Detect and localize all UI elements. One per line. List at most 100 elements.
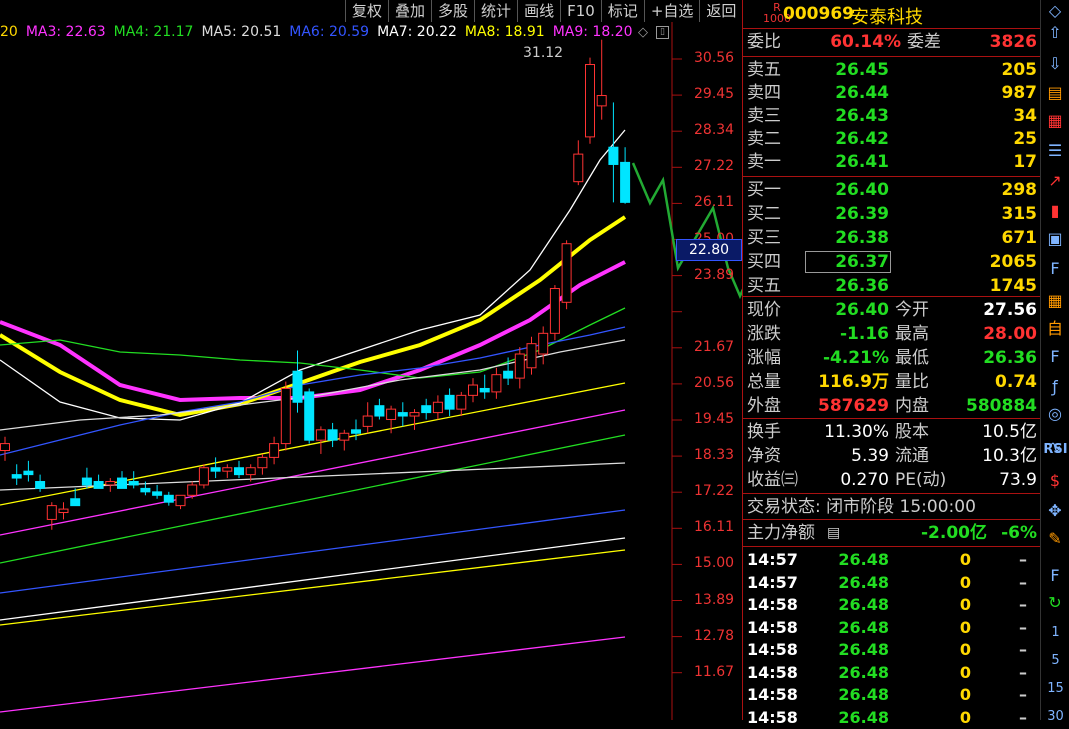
fund-label: 流通	[895, 444, 929, 468]
price-tick-label: 23.89	[694, 267, 734, 283]
up-icon[interactable]: ⇧	[1044, 22, 1066, 44]
candle-body	[118, 478, 127, 488]
kline-chart[interactable]: 20MA3: 22.63MA4: 21.17MA5: 20.51MA6: 20.…	[0, 0, 742, 720]
sidebar-period-1[interactable]: 1	[1041, 625, 1069, 640]
fund-value: 10.5亿	[982, 420, 1037, 444]
table-icon[interactable]: ▦	[1044, 290, 1066, 312]
stat-value: -1.16	[840, 322, 889, 346]
sidebar-period-3[interactable]: 15	[1041, 681, 1069, 696]
bid-row: 买四26.372065	[743, 250, 1041, 274]
self-icon[interactable]: 自	[1044, 318, 1066, 340]
tick-direction: –	[1019, 617, 1027, 639]
fund-label: PE(动)	[895, 468, 946, 492]
stat-value: -4.21%	[823, 346, 889, 370]
main-flow-label: 主力净额	[747, 521, 815, 545]
sidebar-period-0[interactable]: RSI	[1041, 442, 1069, 457]
candle-body	[129, 482, 138, 485]
candle-body	[457, 395, 466, 409]
ask-volume: 25	[1013, 127, 1037, 151]
diamond-icon[interactable]: ◇	[636, 26, 650, 40]
toolbar-button-8[interactable]: 返回	[699, 0, 742, 22]
toolbar-button-3[interactable]: 统计	[474, 0, 517, 22]
toolbar-button-2[interactable]: 多股	[431, 0, 474, 22]
candle-body	[188, 485, 197, 495]
chart-canvas[interactable]	[0, 0, 742, 720]
f5-icon[interactable]: F	[1044, 565, 1066, 587]
candle-body	[164, 495, 173, 502]
stock-code[interactable]: 000969	[783, 4, 854, 24]
stat-value: 26.40	[835, 298, 889, 322]
candle-body	[47, 506, 56, 520]
candle-body	[410, 413, 419, 416]
sidebar-period-4[interactable]: 30	[1041, 709, 1069, 724]
candle-body	[258, 457, 267, 467]
line-chart-icon[interactable]: ↗	[1044, 170, 1066, 192]
pencil-icon[interactable]: ✎	[1044, 528, 1066, 550]
ma-curve	[0, 217, 625, 415]
report-icon[interactable]: ▤	[1044, 82, 1066, 104]
window-toggle-icon[interactable]: ▯	[656, 26, 669, 39]
stat-value: 0.74	[995, 370, 1037, 394]
stat-value: 116.9万	[818, 370, 889, 394]
main-flow-value: -2.00亿	[921, 521, 987, 545]
candle-body	[36, 482, 45, 489]
price-tick-label: 16.11	[694, 519, 734, 535]
weicha-label: 委差	[907, 30, 941, 54]
fx-icon[interactable]: ƒ	[1044, 376, 1066, 398]
tick-time: 14:57	[747, 549, 798, 571]
toolbar-button-5[interactable]: F10	[560, 0, 601, 22]
price-tick-label: 28.34	[694, 122, 734, 138]
candle-body	[211, 468, 220, 471]
toolbar-button-0[interactable]: 复权	[345, 0, 388, 22]
tick-price: 26.48	[838, 549, 889, 571]
candle-body	[597, 96, 606, 106]
tick-direction: –	[1019, 594, 1027, 616]
kline-icon[interactable]: ▮	[1044, 200, 1066, 222]
candle-body	[375, 406, 384, 416]
ma-line	[0, 550, 625, 625]
stat-value: 587629	[818, 394, 889, 418]
candle-body	[586, 65, 595, 137]
ma-legend-item: MA7: 20.22	[377, 24, 457, 40]
f12-icon[interactable]: F	[1044, 346, 1066, 368]
toolbar-button-1[interactable]: 叠加	[388, 0, 431, 22]
candle-body	[59, 509, 68, 512]
refresh-icon[interactable]: ↻	[1044, 592, 1066, 614]
tick-price: 26.48	[838, 617, 889, 639]
stat-row: 涨跌-1.16最高28.00	[743, 322, 1041, 346]
back-icon[interactable]: ◇	[1044, 0, 1066, 22]
grid-icon[interactable]: ▦	[1044, 110, 1066, 132]
fund-row: 换手11.30%股本10.5亿	[743, 420, 1041, 444]
candle-body	[340, 433, 349, 440]
circle-icon[interactable]: ◎	[1044, 403, 1066, 425]
tick-price: 26.48	[838, 572, 889, 594]
stock-name[interactable]: 安泰科技	[851, 3, 923, 29]
stat-row: 总量116.9万量比0.74	[743, 370, 1041, 394]
dollar-icon[interactable]: $	[1044, 470, 1066, 492]
trade-status-row: 交易状态: 闭市阶段 15:00:00	[743, 495, 1041, 519]
tick-direction: –	[1019, 684, 1027, 706]
selected-box[interactable]	[805, 251, 891, 273]
sidebar-period-2[interactable]: 5	[1041, 653, 1069, 668]
bid-label: 买二	[747, 202, 781, 226]
toolbar-button-7[interactable]: +自选	[644, 0, 700, 22]
main-flow-row: 主力净额▤-2.00亿-6%	[743, 521, 1041, 545]
stat-value: 27.56	[983, 298, 1037, 322]
f10-icon[interactable]: F	[1044, 258, 1066, 280]
ma-line	[0, 435, 625, 563]
list-icon[interactable]: ☰	[1044, 140, 1066, 162]
tick-price: 26.48	[838, 639, 889, 661]
stat-row: 现价26.40今开27.56	[743, 298, 1041, 322]
toolbar-button-6[interactable]: 标记	[601, 0, 644, 22]
down-icon[interactable]: ⇩	[1044, 53, 1066, 75]
candle-body	[106, 482, 115, 485]
candle-body	[515, 354, 524, 378]
tick-direction: –	[1019, 572, 1027, 594]
stat-row: 涨幅-4.21%最低26.36	[743, 346, 1041, 370]
doc-icon[interactable]: ▣	[1044, 228, 1066, 250]
tick-price: 26.48	[838, 707, 889, 729]
toolbar-button-4[interactable]: 画线	[517, 0, 560, 22]
list-icon[interactable]: ▤	[827, 521, 840, 545]
ma-legend-item: MA4: 21.17	[114, 24, 194, 40]
move-icon[interactable]: ✥	[1044, 500, 1066, 522]
